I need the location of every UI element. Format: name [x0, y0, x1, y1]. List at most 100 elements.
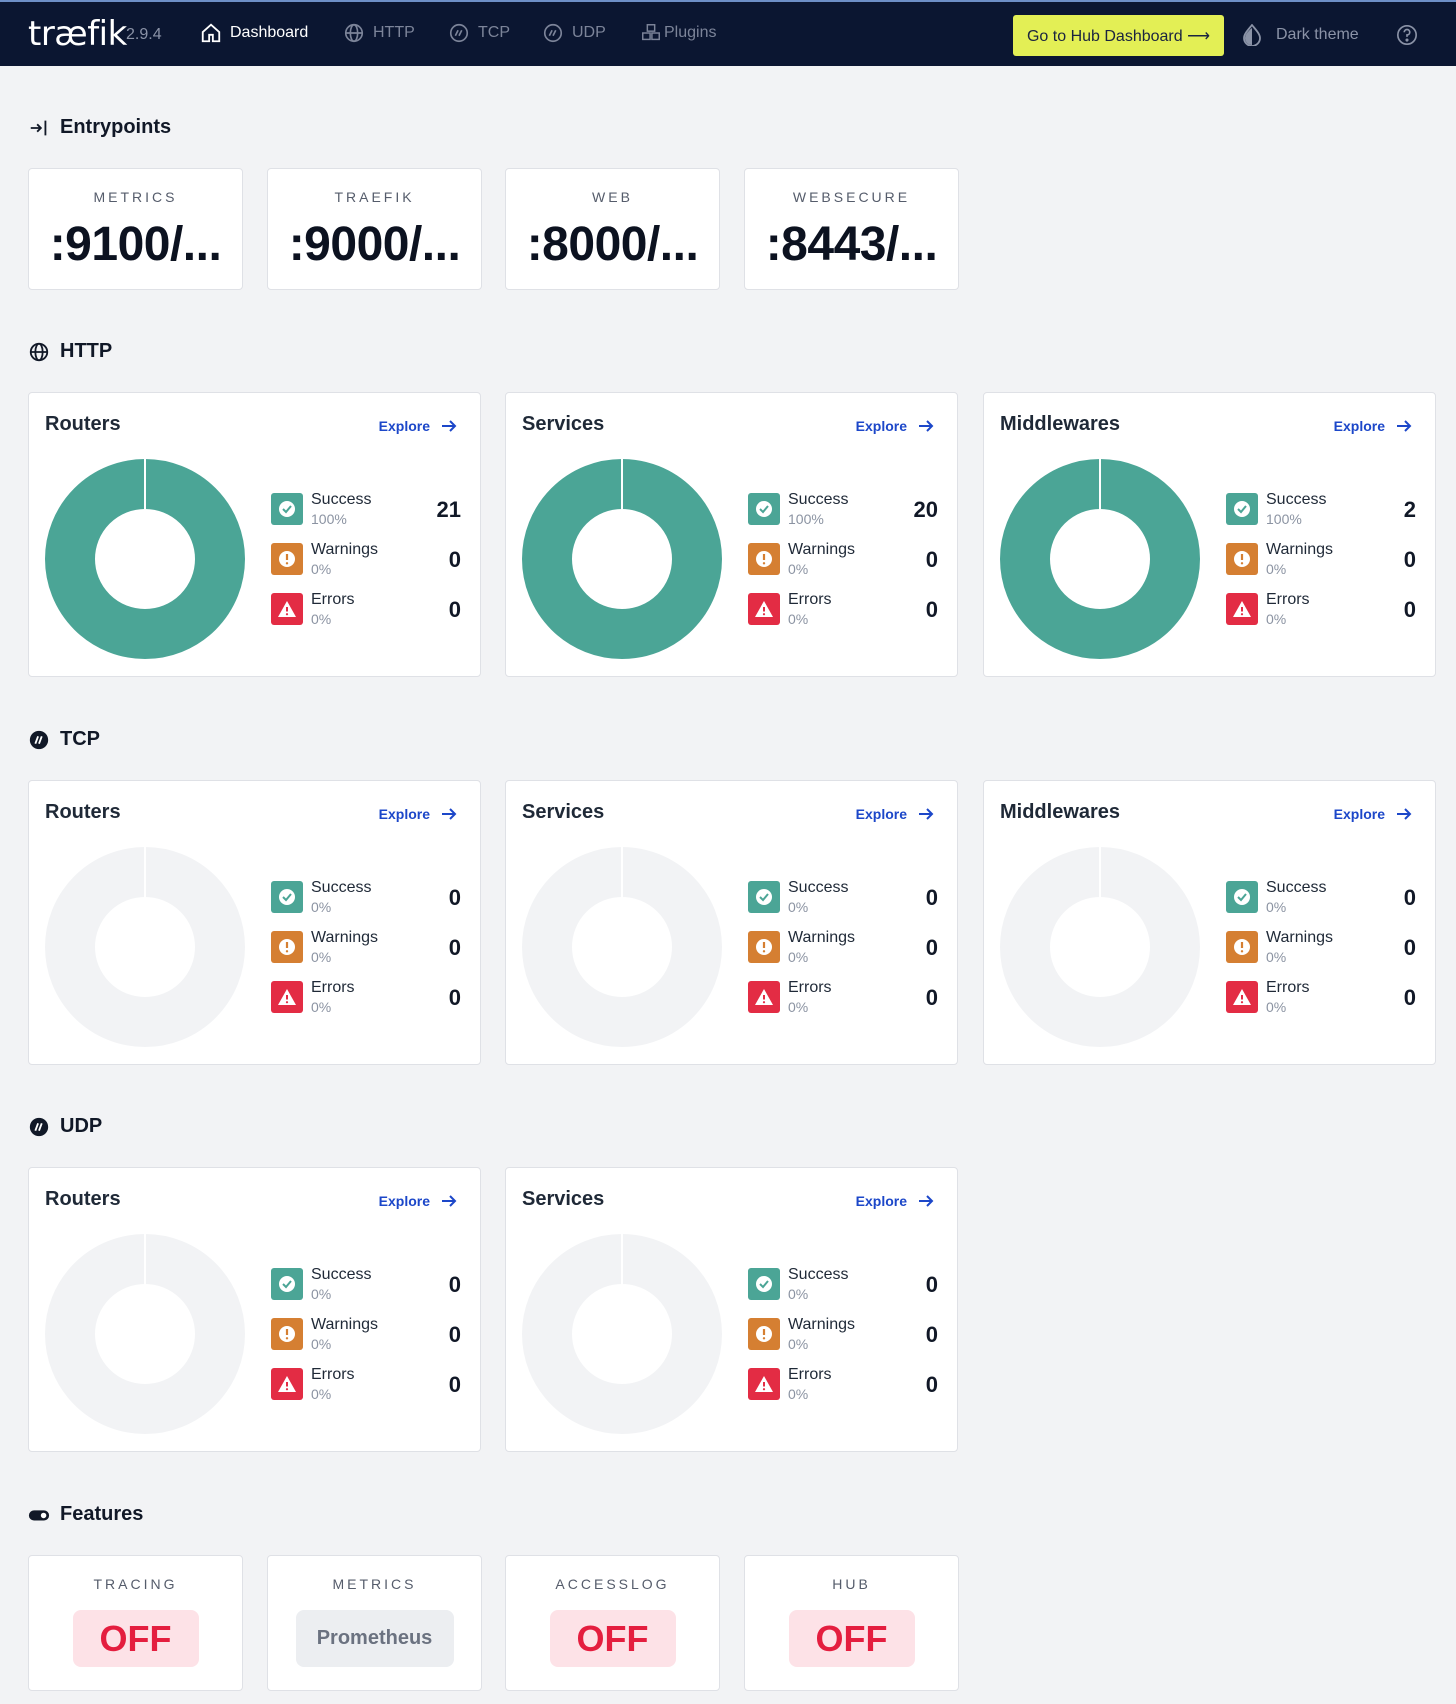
arrow-right-icon	[1397, 808, 1412, 820]
success-badge	[748, 881, 780, 913]
nav-tcp[interactable]: TCP	[448, 22, 510, 44]
explore-link[interactable]: Explore	[379, 805, 458, 823]
legend-warnings: Warnings 0% 0	[271, 541, 461, 581]
feature-status-badge: OFF	[72, 1610, 199, 1667]
success-badge	[271, 1268, 303, 1300]
plugins-icon	[642, 24, 660, 41]
nav-http-label: HTTP	[373, 24, 415, 41]
arrow-right-icon	[919, 1195, 934, 1207]
explore-label: Explore	[378, 418, 430, 434]
status-donut-chart	[45, 1234, 245, 1434]
legend-success: Success 100% 21	[271, 491, 461, 531]
explore-link[interactable]: Explore	[1334, 805, 1413, 823]
arrow-right-icon	[442, 1195, 457, 1207]
explore-link[interactable]: Explore	[379, 1192, 458, 1210]
check-icon	[1234, 501, 1250, 517]
exclamation-icon	[756, 939, 772, 955]
legend-errors: Errors 0% 0	[271, 979, 461, 1019]
explore-link[interactable]: Explore	[856, 1192, 935, 1210]
legend-warnings: Warnings 0% 0	[1226, 929, 1416, 969]
explore-label: Explore	[855, 806, 907, 822]
explore-link[interactable]: Explore	[856, 805, 935, 823]
traefik-logo[interactable]: træfik	[28, 14, 127, 54]
warnings-badge	[271, 931, 303, 963]
dark-theme-label: Dark theme	[1276, 26, 1359, 43]
legend-percent: 0%	[788, 999, 809, 1015]
nav-dashboard[interactable]: Dashboard	[200, 22, 308, 44]
warning-triangle-icon	[278, 989, 296, 1005]
help-icon[interactable]	[1396, 24, 1418, 46]
check-icon	[756, 1276, 772, 1292]
nav-plugins[interactable]: Plugins	[640, 22, 716, 44]
nav-http[interactable]: HTTP	[343, 22, 415, 44]
legend-count: 0	[925, 1272, 938, 1297]
legend-count: 2	[1403, 497, 1416, 522]
legend-count: 0	[448, 1322, 461, 1347]
entrypoint-card-traefik: TRAEFIK :9000/...	[267, 168, 482, 290]
legend-percent: 0%	[311, 899, 332, 915]
legend-success: Success 100% 20	[748, 491, 938, 531]
card-title: Routers	[45, 1188, 121, 1210]
dark-theme-toggle[interactable]: Dark theme	[1242, 24, 1359, 46]
legend-count: 0	[925, 935, 938, 960]
legend-warnings: Warnings 0% 0	[748, 1316, 938, 1356]
entrypoint-address: :8000/...	[526, 218, 699, 271]
legend-count: 21	[436, 497, 461, 522]
legend-errors: Errors 0% 0	[748, 979, 938, 1019]
errors-badge	[1226, 593, 1258, 625]
explore-label: Explore	[1333, 418, 1385, 434]
legend-percent: 0%	[788, 1336, 809, 1352]
status-donut-chart	[522, 459, 722, 659]
legend-count: 0	[925, 1372, 938, 1397]
legend-errors: Errors 0% 0	[1226, 979, 1416, 1019]
legend-count: 0	[448, 597, 461, 622]
success-badge	[748, 493, 780, 525]
legend-label: Warnings	[788, 541, 855, 558]
legend-percent: 0%	[311, 949, 332, 965]
legend-percent: 0%	[788, 949, 809, 965]
legend-percent: 0%	[1266, 561, 1287, 577]
go-to-hub-button[interactable]: Go to Hub Dashboard ⟶	[1013, 15, 1224, 56]
http-services-card: Services Explore Success 100% 20 Warnings 0% 0 E…	[505, 392, 958, 677]
section-title: HTTP	[60, 340, 113, 362]
exclamation-icon	[1234, 939, 1250, 955]
entrypoint-card-metrics: METRICS :9100/...	[28, 168, 243, 290]
legend-label: Errors	[311, 979, 355, 996]
tcp-middlewares-card: Middlewares Explore Success 0% 0 Warnings 0% 0 E…	[983, 780, 1436, 1065]
legend-label: Errors	[788, 979, 832, 996]
warning-triangle-icon	[755, 1376, 773, 1392]
card-title: Services	[522, 1188, 605, 1210]
explore-link[interactable]: Explore	[856, 417, 935, 435]
explore-label: Explore	[855, 1193, 907, 1209]
tcp-icon	[449, 23, 469, 43]
legend-percent: 0%	[311, 1386, 332, 1402]
explore-link[interactable]: Explore	[379, 417, 458, 435]
legend-count: 0	[1403, 597, 1416, 622]
legend-count: 20	[913, 497, 938, 522]
tcp-routers-card: Routers Explore Success 0% 0 Warnings 0% 0 Error…	[28, 780, 481, 1065]
legend-count: 0	[448, 1372, 461, 1397]
feature-card-metrics: METRICS Prometheus	[267, 1555, 482, 1691]
warnings-badge	[271, 1318, 303, 1350]
legend-percent: 100%	[1266, 511, 1302, 527]
entrypoint-address: :8443/...	[765, 218, 938, 271]
explore-link[interactable]: Explore	[1334, 417, 1413, 435]
errors-badge	[271, 593, 303, 625]
card-title: Middlewares	[1000, 413, 1121, 435]
legend-percent: 0%	[311, 1286, 332, 1302]
warnings-badge	[1226, 543, 1258, 575]
legend-success: Success 0% 0	[748, 879, 938, 919]
entrypoint-name: WEBSECURE	[792, 189, 911, 205]
udp-heading: UDP	[28, 1115, 102, 1138]
nav-udp[interactable]: UDP	[542, 22, 606, 44]
entrypoint-icon	[30, 120, 47, 135]
feature-card-tracing: TRACING OFF	[28, 1555, 243, 1691]
success-badge	[271, 493, 303, 525]
status-donut-chart	[45, 847, 245, 1047]
legend-label: Warnings	[788, 929, 855, 946]
legend-success: Success 100% 2	[1226, 491, 1416, 531]
top-bar: træfik 2.9.4 Dashboard HTTP TCP UDP Plug…	[0, 0, 1456, 66]
legend-count: 0	[448, 885, 461, 910]
arrow-right-icon	[919, 420, 934, 432]
warning-triangle-icon	[1233, 601, 1251, 617]
